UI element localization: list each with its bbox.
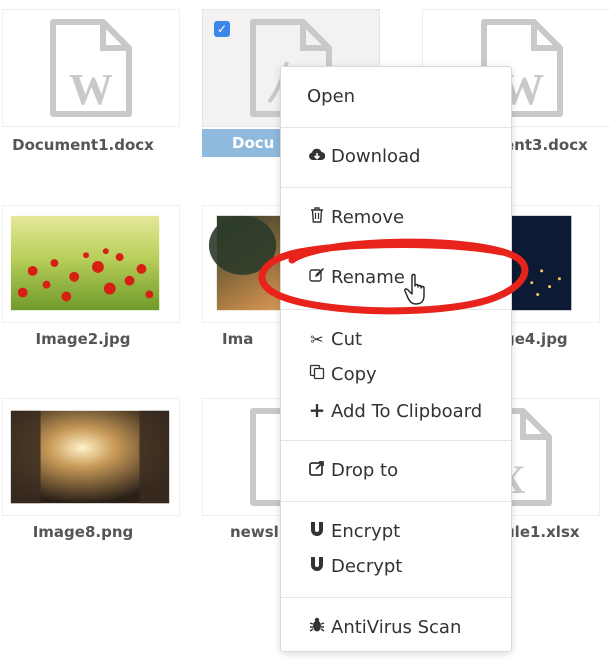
- menu-item-remove[interactable]: Remove: [307, 204, 404, 232]
- menu-item-label: Cut: [331, 329, 363, 350]
- edit-icon: [307, 264, 327, 292]
- menu-item-copy[interactable]: Copy: [307, 361, 377, 389]
- menu-item-label: Encrypt: [331, 521, 401, 542]
- menu-divider: [281, 127, 511, 128]
- menu-item-encrypt[interactable]: Encrypt: [307, 518, 400, 546]
- file-name: ge4.jpg: [504, 330, 568, 348]
- menu-divider: [281, 501, 511, 502]
- menu-item-label: AntiVirus Scan: [331, 617, 462, 638]
- menu-item-label: Add To Clipboard: [331, 401, 483, 422]
- flowers-image: [10, 215, 160, 311]
- menu-item-cut[interactable]: ✂ Cut: [307, 326, 362, 354]
- menu-item-open[interactable]: Open: [307, 83, 355, 111]
- menu-item-label: Drop to: [331, 460, 399, 481]
- menu-item-label: Remove: [331, 207, 405, 228]
- menu-item-label: Download: [331, 146, 421, 167]
- file-name: ule1.xlsx: [504, 523, 580, 541]
- trash-icon: [307, 204, 327, 232]
- menu-item-add-to-clipboard[interactable]: + Add To Clipboard: [307, 396, 483, 424]
- file-thumbnail: W: [2, 9, 180, 127]
- menu-item-download[interactable]: Download: [307, 143, 420, 171]
- context-menu: Open Download Remove Rename ✂ Cut Copy + A…: [280, 66, 512, 652]
- menu-item-rename[interactable]: Rename: [307, 264, 405, 292]
- file-name: Image8.png: [32, 523, 134, 541]
- menu-item-drop-to[interactable]: Drop to: [307, 457, 398, 485]
- scissors-icon: ✂: [310, 330, 324, 349]
- menu-item-decrypt[interactable]: Decrypt: [307, 553, 402, 581]
- hand-cursor-icon: [404, 273, 425, 305]
- menu-item-label: Rename: [331, 267, 405, 288]
- menu-item-antivirus-scan[interactable]: AntiVirus Scan: [307, 614, 461, 642]
- copy-icon: [307, 361, 327, 389]
- menu-divider: [281, 597, 511, 598]
- menu-item-label: Open: [307, 86, 356, 107]
- word-file-icon: W: [50, 19, 132, 117]
- alley-image: [10, 410, 170, 504]
- bug-icon: [307, 614, 327, 642]
- menu-divider: [281, 440, 511, 441]
- file-name: Ima: [222, 330, 254, 348]
- svg-text:W: W: [69, 65, 113, 114]
- menu-item-label: Decrypt: [331, 556, 403, 577]
- menu-divider: [281, 187, 511, 188]
- magnet-icon: [307, 553, 327, 581]
- file-thumbnail: [2, 398, 180, 516]
- selection-checkbox[interactable]: ✓: [214, 21, 230, 37]
- file-name: Document1.docx: [12, 136, 154, 154]
- file-thumbnail: [2, 205, 180, 323]
- share-icon: [307, 457, 327, 485]
- magnet-icon: [307, 518, 327, 546]
- plus-icon: +: [308, 398, 326, 422]
- file-name: Image2.jpg: [35, 330, 131, 348]
- file-name: ent3.docx: [504, 136, 588, 154]
- menu-divider: [281, 309, 511, 310]
- cloud-download-icon: [307, 143, 327, 171]
- menu-item-label: Copy: [331, 364, 377, 385]
